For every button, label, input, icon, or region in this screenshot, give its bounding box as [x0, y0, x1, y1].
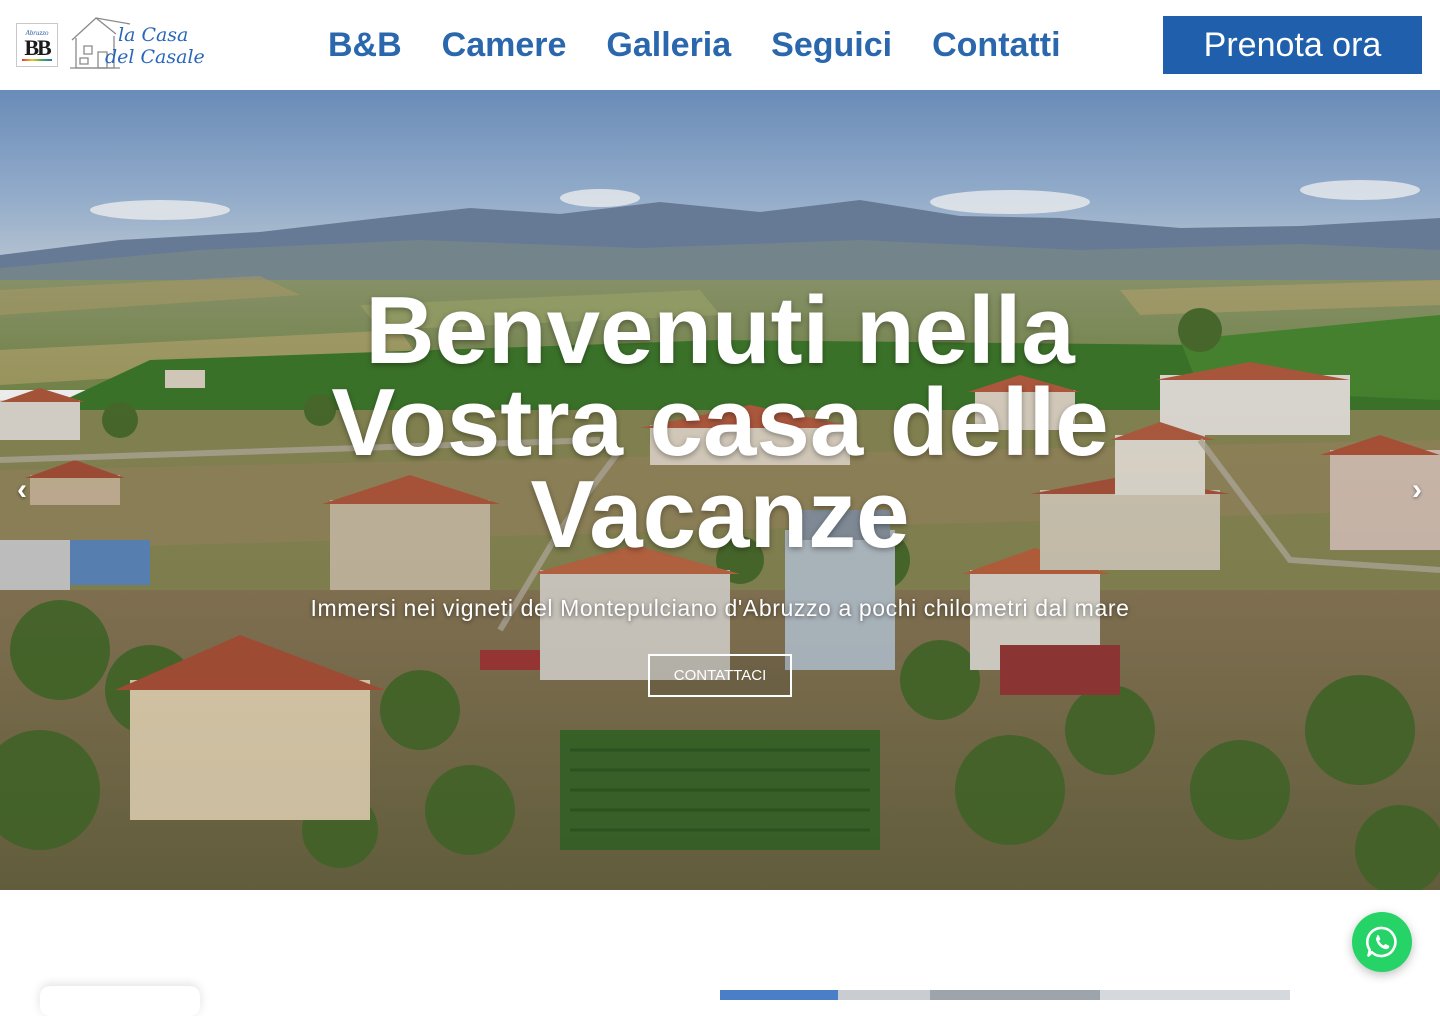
nav-item-galleria[interactable]: Galleria	[586, 0, 751, 90]
site-header: Abruzzo BB la Casa del Casale B&B Camere…	[0, 0, 1440, 90]
main-nav: B&B Camere Galleria Seguici Contatti	[308, 0, 1081, 90]
logo-line-1: la Casa	[118, 24, 189, 46]
logo-rainbow-rule	[22, 59, 52, 61]
content-card-peek	[40, 986, 200, 1016]
section-image-peek	[720, 990, 1290, 1000]
whatsapp-chat-button[interactable]	[1352, 912, 1412, 972]
chevron-left-icon[interactable]: ‹	[8, 472, 36, 508]
whatsapp-icon	[1365, 926, 1397, 958]
logo-line-2: del Casale	[105, 46, 205, 68]
nav-item-camere[interactable]: Camere	[422, 0, 587, 90]
hero-title: Benvenuti nella Vostra casa delle Vacanz…	[331, 277, 1109, 568]
nav-item-contatti[interactable]: Contatti	[912, 0, 1080, 90]
hero-subtitle: Immersi nei vigneti del Montepulciano d'…	[310, 595, 1130, 621]
bb-abruzzo-logo[interactable]: Abruzzo BB	[16, 23, 58, 67]
chevron-right-icon[interactable]: ›	[1403, 472, 1431, 508]
logo-badge-mark: BB	[24, 35, 51, 60]
nav-item-seguici[interactable]: Seguici	[751, 0, 912, 90]
hero-slider: Benvenuti nella Vostra casa delle Vacanz…	[0, 90, 1440, 890]
casa-del-casale-logo[interactable]: la Casa del Casale	[68, 12, 205, 74]
contact-us-button[interactable]: CONTATTACI	[648, 654, 792, 697]
nav-item-bb[interactable]: B&B	[308, 0, 422, 90]
book-now-button[interactable]: Prenota ora	[1163, 16, 1422, 74]
